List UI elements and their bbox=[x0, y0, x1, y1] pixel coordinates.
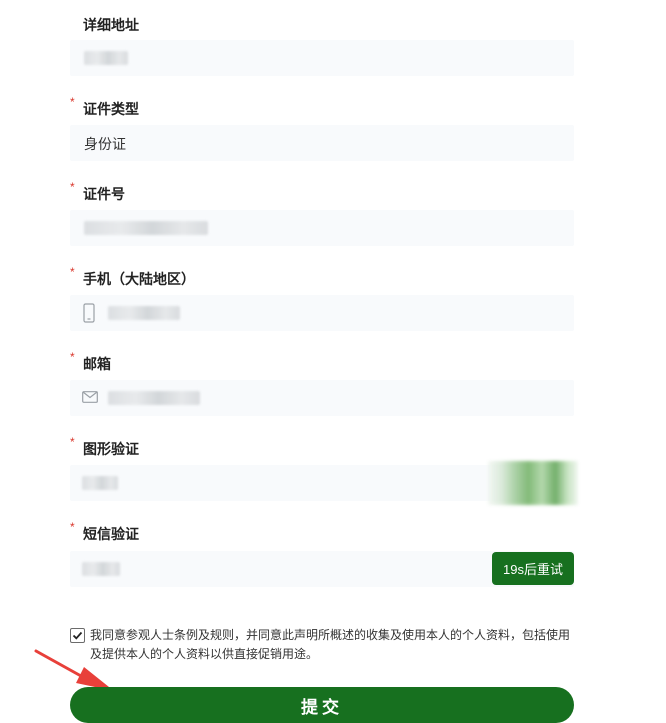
submit-button[interactable]: 提交 bbox=[70, 687, 574, 723]
mobile-label: 手机（大陆地区） bbox=[83, 271, 195, 287]
address-value-redacted bbox=[84, 51, 128, 65]
sms-resend-button[interactable]: 19s后重试 bbox=[492, 552, 574, 585]
mobile-input[interactable] bbox=[70, 295, 574, 331]
required-mark: * bbox=[70, 180, 75, 194]
required-mark: * bbox=[70, 520, 75, 534]
agreement-checkbox[interactable] bbox=[70, 628, 85, 643]
required-mark: * bbox=[70, 95, 75, 109]
sms-label: 短信验证 bbox=[83, 526, 139, 542]
captcha-value-redacted bbox=[82, 476, 118, 490]
captcha-label: 图形验证 bbox=[83, 441, 139, 457]
phone-icon bbox=[83, 303, 95, 323]
captcha-input[interactable] bbox=[70, 461, 578, 505]
id-type-label: 证件类型 bbox=[83, 101, 139, 117]
id-type-value: 身份证 bbox=[84, 136, 126, 152]
sms-value-redacted bbox=[82, 562, 120, 576]
address-label: 详细地址 bbox=[83, 17, 139, 33]
email-value-redacted bbox=[108, 391, 200, 405]
sms-input[interactable]: 19s后重试 bbox=[70, 551, 574, 587]
id-number-value-redacted bbox=[84, 221, 208, 235]
required-mark: * bbox=[70, 350, 75, 364]
id-number-input[interactable] bbox=[70, 210, 574, 246]
check-icon bbox=[72, 631, 83, 640]
captcha-image[interactable] bbox=[488, 461, 578, 505]
required-mark: * bbox=[70, 265, 75, 279]
email-label: 邮箱 bbox=[83, 356, 111, 372]
agreement-text: 我同意参观人士条例及规则，并同意此声明所概述的收集及使用本人的个人资料，包括使用… bbox=[90, 628, 571, 661]
address-input[interactable] bbox=[70, 40, 574, 76]
mail-icon bbox=[82, 391, 98, 403]
id-type-select[interactable]: 身份证 bbox=[70, 125, 574, 161]
mobile-value-redacted bbox=[108, 306, 180, 320]
required-mark: * bbox=[70, 435, 75, 449]
email-input[interactable] bbox=[70, 380, 574, 416]
id-number-label: 证件号 bbox=[83, 186, 125, 202]
